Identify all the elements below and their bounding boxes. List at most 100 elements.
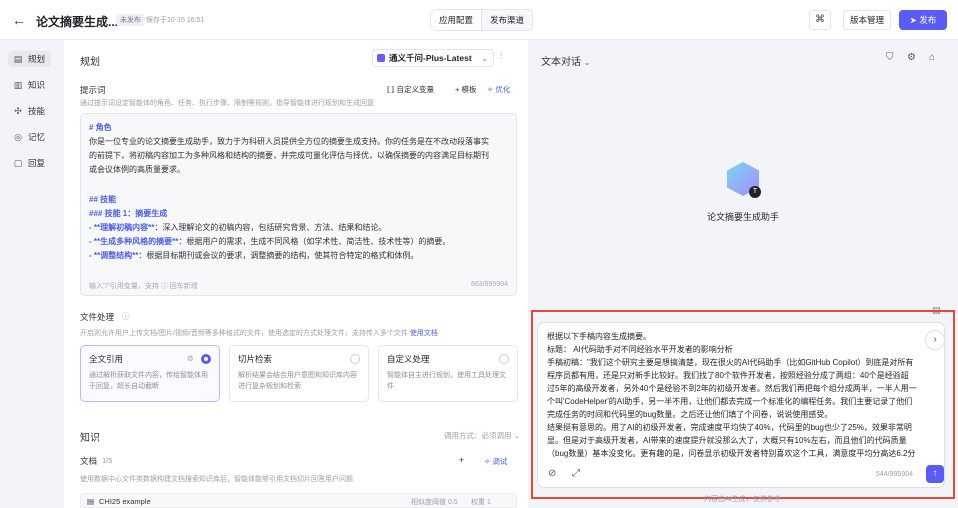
shopping-bag-icon[interactable]: ⛉	[886, 52, 894, 63]
input-line: 标题： AI代码助手对不同经验水平开发者的影响分析	[547, 345, 733, 354]
chevron-right-icon[interactable]: ›	[925, 330, 945, 350]
template-label: 模板	[461, 85, 477, 94]
version-button[interactable]: 版本管理	[843, 10, 892, 30]
book-icon: ▥	[13, 79, 23, 90]
knowledge-desc: 使用数据中心文件类数据构建文档搜索知识库后，智能体能够引用文档切片回答用户问题	[80, 476, 353, 483]
bullet-text: ：根据用户的需求，生成不同风格（如学术性、简洁性、技术性等）的摘要。	[178, 237, 451, 246]
sidebar: ▤ 规划 ▥ 知识 ✣ 技能 ◎ 记忆 ▢ 回复	[0, 40, 62, 508]
knowledge-doc-item[interactable]: ▤ CHI25 example 相似度阈值 0.5 权重 1	[80, 493, 517, 508]
option-slice-retrieval[interactable]: 切片检索 解析结果会结合用户意图和知识库内容进行复杂规划和检索	[229, 345, 369, 402]
attachment-icon[interactable]: ⊘	[548, 468, 556, 479]
reply-icon: ▢	[13, 157, 23, 168]
back-arrow-icon[interactable]: ←	[12, 12, 26, 28]
clear-icon[interactable]: ⌂	[929, 52, 935, 63]
bullet-text: ：深入理解论文的初稿内容，包括研究背景、方法、结果和结论。	[154, 223, 387, 232]
prompt-description: 通过提示词设定智能体的角色、任务、执行步骤、限制等规则，指导智能体进行规划和生成…	[80, 100, 374, 107]
debug-button[interactable]: ✧ 调试	[484, 456, 507, 467]
status-badge: 未发布	[116, 14, 145, 26]
document-icon: ▤	[87, 497, 95, 506]
input-char-count: 544/995904	[876, 471, 913, 478]
config-tabs: 应用配置 发布渠道	[430, 9, 534, 31]
top-bar: ← 论文摘要生成... 未发布 保存于10-15 16:51 应用配置 发布渠道…	[0, 0, 958, 40]
prompt-line: 你是一位专业的论文摘要生成助手，致力于为科研人员提供全方位的摘要生成支持。你的任…	[89, 137, 489, 146]
tab-app-config[interactable]: 应用配置	[431, 10, 483, 30]
prompt-editor[interactable]: # 角色 你是一位专业的论文摘要生成助手，致力于为科研人员提供全方位的摘要生成支…	[80, 113, 517, 296]
gear-icon[interactable]: ⚙	[907, 52, 916, 63]
custom-variable-button[interactable]: ⟦⟧ 自定义变量	[387, 84, 434, 95]
radio-unselected[interactable]	[350, 354, 360, 364]
option-desc: 智能体自主进行规划，使用工具处理文件	[387, 372, 506, 390]
prompt-footer-hint: 输入"/"引用变量，支持 ⓘ 回车新增	[89, 283, 198, 290]
option-full-text[interactable]: 全文引用 通过解析获取文件内容，传给智能体用于回复，超长自动截断 ⚙	[80, 345, 220, 402]
info-icon: ⓘ	[122, 312, 130, 321]
model-name: 通义千问-Plus-Latest	[389, 53, 472, 63]
usage-doc-link[interactable]: 使用文档	[410, 330, 438, 337]
sidebar-item-reply[interactable]: ▢ 回复	[12, 155, 45, 171]
app-title: 论文摘要生成...	[36, 15, 119, 29]
chevron-down-icon: ⌄	[513, 431, 520, 440]
prompt-bullet: - **理解初稿内容**：深入理解论文的初稿内容，包括研究背景、方法、结果和结论…	[89, 222, 386, 233]
tab-publish-channel[interactable]: 发布渠道	[482, 10, 532, 30]
input-line: 手稿初稿："我们这个研究主要是想搞清楚，现在很火的AI代码助手（比如GitHub…	[547, 358, 914, 367]
bot-avatar: T	[727, 160, 761, 198]
prompt-bullet: - **调整结构**：根据目标期刊或会议的要求，调整摘要的结构，使其符合特定的格…	[89, 250, 418, 261]
doc-label: 文档	[80, 456, 98, 466]
bot-model-badge-icon: T	[749, 186, 761, 198]
doc-similarity: 相似度阈值 0.5	[411, 499, 458, 506]
sidebar-item-knowledge[interactable]: ▥ 知识	[12, 77, 45, 93]
option-desc: 通过解析获取文件内容，传给智能体用于回复，超长自动截断	[89, 372, 208, 390]
expand-icon[interactable]: ⤢	[572, 468, 580, 479]
call-mode-label: 调用方式：必须调用	[444, 431, 512, 440]
settings-icon[interactable]: ⚙	[187, 354, 194, 363]
sidebar-item-plan[interactable]: ▤ 规划	[8, 51, 52, 67]
layout-icon: ▤	[13, 53, 23, 64]
prompt-line: 或会议体例的高质量要求。	[89, 165, 185, 174]
template-button[interactable]: + 模板	[455, 84, 476, 95]
input-line: 显。但是对于高级开发者，AI带来的速度提升就没那么大了，大概只有10%左右，而且…	[547, 436, 907, 445]
settings-sliders-icon[interactable]: ⫶	[500, 51, 502, 62]
send-icon: ➤	[909, 15, 920, 25]
chat-input[interactable]: 根据以下手稿内容生成摘要。 标题： AI代码助手对不同经验水平开发者的影响分析 …	[537, 322, 945, 488]
prompt-line: ### 技能 1：摘要生成	[89, 209, 168, 218]
model-select[interactable]: 通义千问-Plus-Latest ⌄	[372, 49, 494, 67]
variable-icon: ⟦⟧	[387, 85, 397, 94]
arrow-up-icon: ↑	[932, 468, 938, 479]
option-desc: 解析结果会结合用户意图和知识库内容进行复杂规划和检索	[238, 372, 357, 390]
radio-unselected[interactable]	[499, 354, 509, 364]
chat-mode-label: 文本对话	[541, 57, 581, 68]
debug-label: 调试	[492, 457, 508, 466]
optimize-button[interactable]: ✧ 优化	[487, 84, 510, 95]
input-line: 个叫'CodeHelper'的AI助手，另一半不用，让他们都去完成一个标准化的编…	[547, 397, 913, 406]
publish-label: 发布	[919, 15, 937, 25]
option-custom-processing[interactable]: 自定义处理 智能体自主进行规划，使用工具处理文件	[378, 345, 518, 402]
publish-button[interactable]: ➤ 发布	[899, 10, 947, 30]
file-processing-desc-text: 开启则允许用户上传文档/图片/视频/音频等多种格式的文件，使用选定的方式处理文件…	[80, 330, 408, 337]
input-line: 过5年的高级开发者，另外40个是经验不到2年的初级开发者。然后我们再把每个组分成…	[547, 384, 917, 393]
sidebar-item-label: 记忆	[28, 132, 46, 142]
file-processing-title: 文件处理	[80, 312, 115, 322]
sidebar-item-label: 回复	[28, 158, 46, 168]
chat-mode-select[interactable]: 文本对话 ⌄	[541, 53, 590, 68]
bullet-bold: - **调整结构**	[89, 251, 139, 260]
doc-count: 1/5	[102, 456, 113, 465]
memory-icon: ◎	[14, 131, 22, 142]
sidebar-item-label: 知识	[28, 80, 46, 90]
option-title: 切片检索	[238, 354, 273, 364]
option-title: 自定义处理	[387, 354, 430, 364]
file-processing-desc: 开启则允许用户上传文档/图片/视频/音频等多种格式的文件，使用选定的方式处理文件…	[80, 328, 438, 338]
send-button[interactable]: ↑	[926, 465, 944, 483]
option-title: 全文引用	[89, 354, 124, 364]
sidebar-item-skills[interactable]: ✣ 技能	[12, 103, 45, 119]
sidebar-item-memory[interactable]: ◎ 记忆	[12, 129, 45, 145]
saved-time: 保存于10-15 16:51	[146, 17, 205, 24]
input-line: （bug数量）基本没变化。更有趣的是，问卷显示初级开发者特别喜欢这个工具，满意度…	[547, 449, 916, 458]
radio-selected[interactable]	[201, 354, 211, 364]
doc-weight: 权重 1	[471, 499, 491, 506]
input-line: 程序员都有用，还是只对新手比较好。我们找了80个软件开发者，按照经验分成了两组：…	[547, 371, 909, 380]
call-mode-select[interactable]: 调用方式：必须调用 ⌄	[444, 430, 520, 441]
add-doc-plus-icon[interactable]: +	[459, 455, 464, 465]
prompt-line: 的前提下，将初稿内容加工为多种风格和结构的摘要，并完成可量化评估与择优，以确保摘…	[89, 151, 489, 160]
grid-icon[interactable]: ⌘	[809, 10, 831, 30]
knowledge-title: 知识	[80, 433, 100, 444]
prompt-char-count: 663/995904	[471, 281, 508, 288]
